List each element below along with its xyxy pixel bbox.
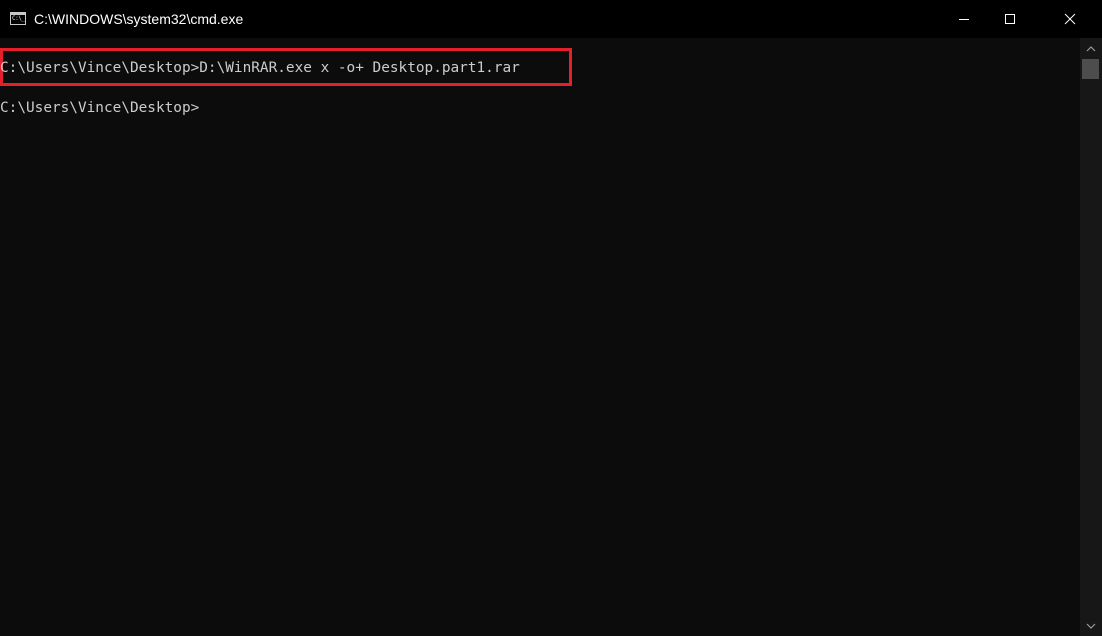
scroll-thumb[interactable] [1082, 59, 1099, 79]
chevron-up-icon [1086, 45, 1096, 51]
terminal-output[interactable]: C:\Users\Vince\Desktop>D:\WinRAR.exe x -… [0, 38, 1080, 636]
minimize-button[interactable] [941, 0, 987, 38]
cmd-window: C:\_ C:\WINDOWS\system32\cmd.exe C:\User… [0, 0, 1102, 636]
title-bar[interactable]: C:\_ C:\WINDOWS\system32\cmd.exe [0, 0, 1102, 38]
scroll-up-button[interactable] [1080, 40, 1102, 57]
prompt-line: C:\Users\Vince\Desktop> [0, 100, 200, 116]
cmd-icon-label: C:\_ [12, 15, 25, 22]
minimize-icon [959, 19, 969, 20]
window-title: C:\WINDOWS\system32\cmd.exe [34, 11, 244, 27]
chevron-down-icon [1086, 623, 1096, 629]
command-line: C:\Users\Vince\Desktop>D:\WinRAR.exe x -… [0, 60, 520, 76]
cmd-icon[interactable]: C:\_ [10, 12, 26, 25]
vertical-scrollbar[interactable] [1080, 38, 1102, 636]
maximize-icon [1005, 14, 1015, 24]
maximize-button[interactable] [987, 0, 1033, 38]
scroll-down-button[interactable] [1080, 617, 1102, 634]
close-icon [1064, 13, 1076, 25]
close-button[interactable] [1047, 0, 1093, 38]
